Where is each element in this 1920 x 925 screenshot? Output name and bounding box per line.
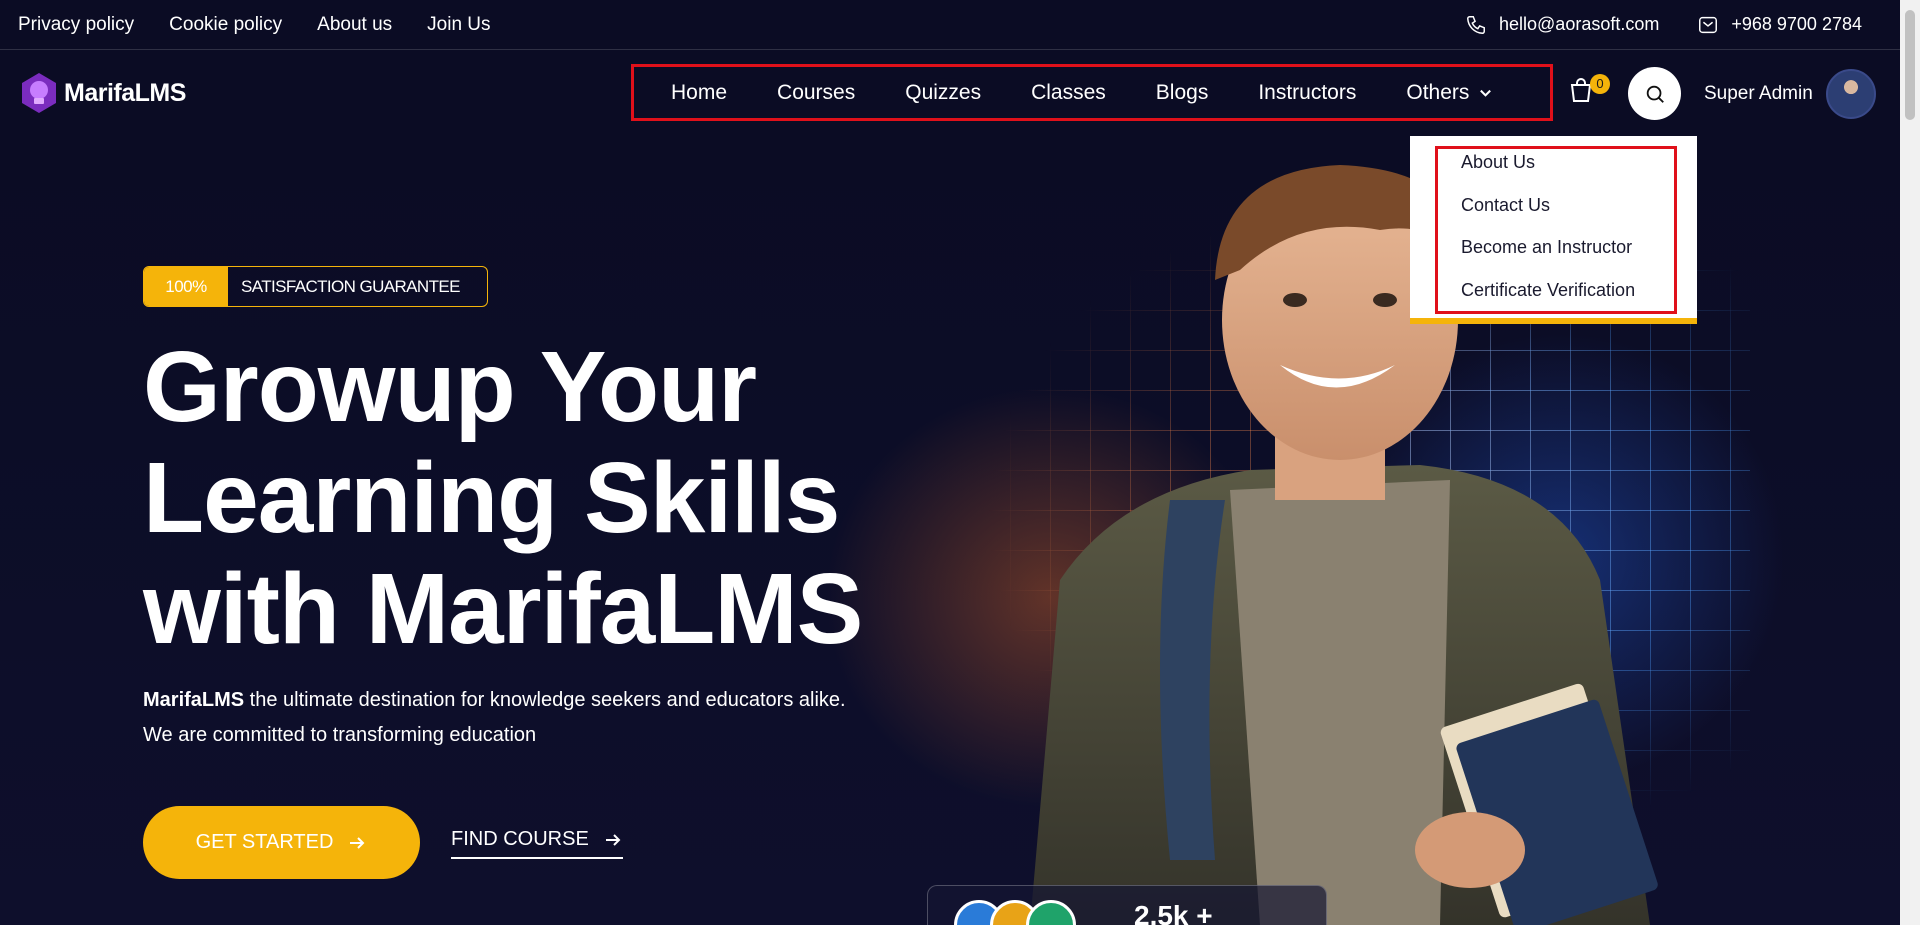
- logo[interactable]: MarifaLMS: [18, 71, 186, 115]
- about-us-link[interactable]: About us: [317, 14, 392, 36]
- chevron-down-icon: [1480, 89, 1492, 97]
- students-stats-card: 2.5k +: [927, 885, 1327, 925]
- email-contact[interactable]: hello@aorasoft.com: [1465, 14, 1659, 36]
- join-us-link[interactable]: Join Us: [427, 14, 490, 36]
- student-avatar: [1026, 900, 1076, 925]
- students-count: 2.5k +: [1134, 900, 1213, 925]
- find-course-label: FIND COURSE: [451, 828, 589, 850]
- nav-quizzes[interactable]: Quizzes: [905, 81, 981, 105]
- scrollbar-thumb[interactable]: [1905, 10, 1915, 120]
- phone-text: +968 9700 2784: [1731, 14, 1862, 34]
- get-started-label: GET STARTED: [195, 831, 334, 853]
- logo-icon: [22, 73, 56, 113]
- arrow-right-icon: [350, 836, 365, 849]
- dropdown-item-contact-us[interactable]: Contact Us: [1461, 195, 1635, 238]
- desc-text: the ultimate destination for knowledge s…: [143, 689, 846, 746]
- nav-instructors[interactable]: Instructors: [1258, 81, 1356, 105]
- hero-description: MarifaLMS the ultimate destination for k…: [143, 683, 863, 753]
- top-links: Privacy policy Cookie policy About us Jo…: [18, 14, 491, 36]
- cart-button[interactable]: 0: [1568, 74, 1610, 112]
- nav-others[interactable]: Others: [1406, 81, 1493, 105]
- privacy-policy-link[interactable]: Privacy policy: [18, 14, 134, 36]
- dropdown-item-become-instructor[interactable]: Become an Instructor: [1461, 237, 1635, 280]
- phone-icon: [1467, 15, 1485, 34]
- main-nav: Home Courses Quizzes Classes Blogs Instr…: [631, 64, 1553, 121]
- headline-line-1: Growup Your: [143, 331, 757, 443]
- email-text: hello@aorasoft.com: [1499, 14, 1660, 34]
- badge-text: SATISFACTION GUARANTEE: [241, 276, 460, 296]
- dropdown-item-certificate-verification[interactable]: Certificate Verification: [1461, 280, 1635, 323]
- dropdown-item-about-us[interactable]: About Us: [1461, 152, 1635, 195]
- desc-brand: MarifaLMS: [143, 689, 245, 711]
- cookie-policy-link[interactable]: Cookie policy: [169, 14, 282, 36]
- student-avatars: [954, 900, 1076, 925]
- phone-contact[interactable]: +968 9700 2784: [1697, 14, 1862, 36]
- find-course-button[interactable]: FIND COURSE: [451, 828, 623, 859]
- nav-blogs[interactable]: Blogs: [1156, 81, 1209, 105]
- search-icon: [1646, 85, 1664, 103]
- search-button[interactable]: [1628, 67, 1681, 120]
- user-name[interactable]: Super Admin: [1704, 83, 1813, 105]
- satisfaction-badge: 100% SATISFACTION GUARANTEE: [143, 266, 488, 307]
- badge-percent: 100%: [144, 267, 228, 306]
- user-avatar[interactable]: [1826, 69, 1876, 119]
- page-scrollbar[interactable]: [1900, 0, 1920, 925]
- envelope-icon: [1699, 16, 1718, 33]
- top-bar: Privacy policy Cookie policy About us Jo…: [0, 0, 1900, 50]
- nav-classes[interactable]: Classes: [1031, 81, 1106, 105]
- hero-headline: Growup Your Learning Skills with MarifaL…: [143, 332, 903, 665]
- get-started-button[interactable]: GET STARTED: [143, 806, 420, 879]
- cart-count-badge: 0: [1590, 74, 1610, 94]
- logo-text: MarifaLMS: [64, 78, 186, 107]
- arrow-right-icon: [605, 833, 621, 846]
- nav-courses[interactable]: Courses: [777, 81, 855, 105]
- nav-home[interactable]: Home: [671, 81, 727, 105]
- others-dropdown-menu: About Us Contact Us Become an Instructor…: [1410, 136, 1697, 324]
- main-header: MarifaLMS Home Courses Quizzes Classes B…: [0, 51, 1900, 137]
- headline-line-3: with MarifaLMS: [143, 553, 863, 665]
- dropdown-list: About Us Contact Us Become an Instructor…: [1461, 152, 1635, 322]
- nav-others-label: Others: [1406, 80, 1470, 104]
- headline-line-2: Learning Skills: [143, 442, 840, 554]
- contact-info: hello@aorasoft.com +968 9700 2784: [1465, 14, 1882, 36]
